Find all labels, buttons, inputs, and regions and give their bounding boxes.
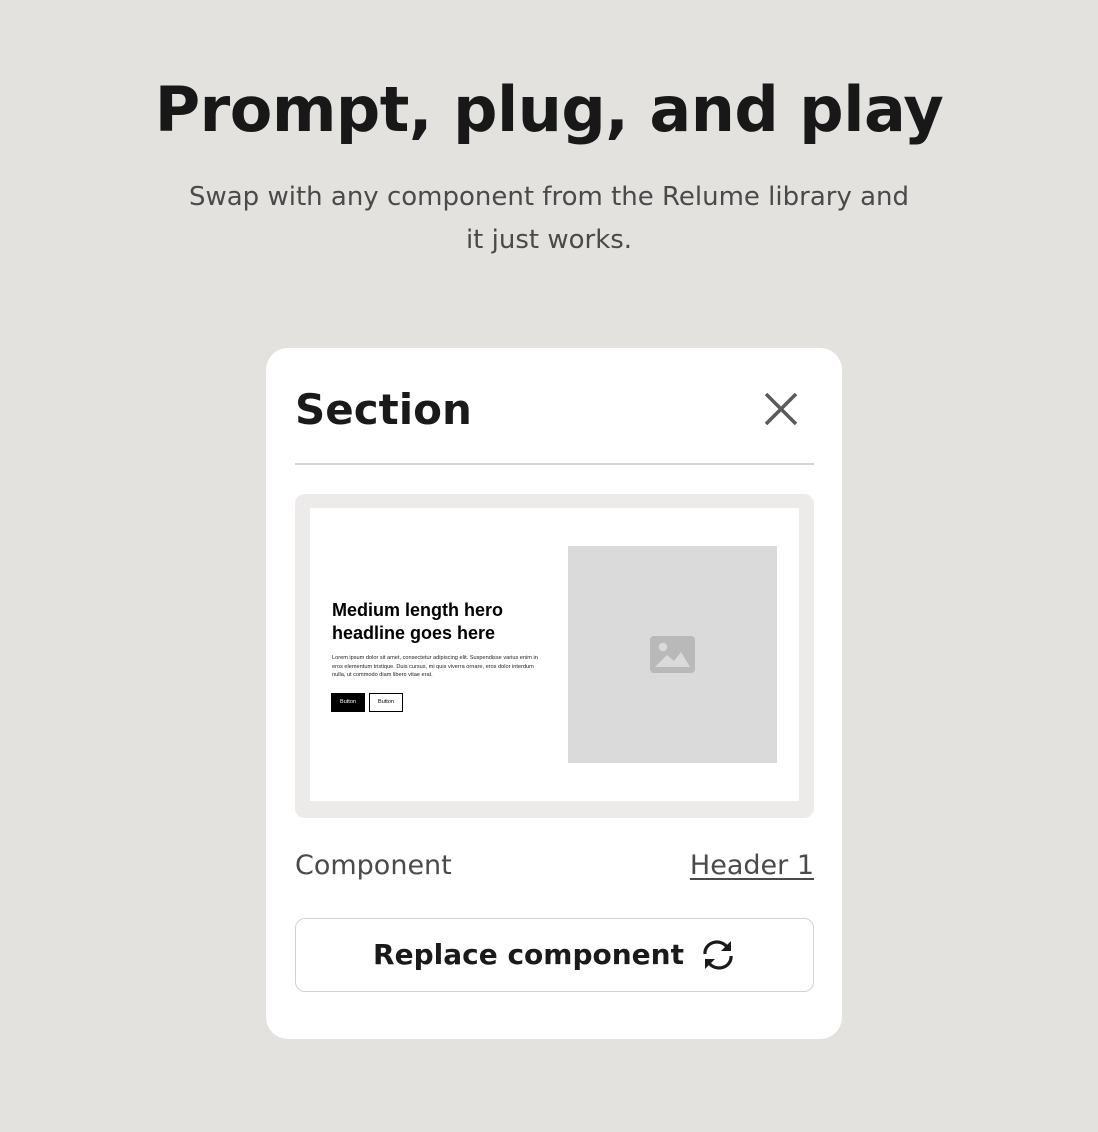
component-label: Component — [295, 850, 452, 881]
page-subheadline: Swap with any component from the Relume … — [188, 182, 910, 255]
page: Prompt, plug, and play Swap with any com… — [0, 0, 1098, 1132]
preview-canvas: Medium length hero headline goes here Lo… — [310, 508, 799, 801]
close-icon — [764, 392, 798, 426]
preview-body-text: Lorem ipsum dolor sit amet, consectetur … — [332, 655, 538, 678]
replace-component-label: Replace component — [373, 938, 684, 971]
page-headline: Prompt, plug, and play — [154, 73, 944, 146]
component-preview[interactable]: Medium length hero headline goes here Lo… — [295, 494, 814, 818]
close-button[interactable] — [758, 386, 804, 432]
preview-headline: Medium length hero headline goes here — [332, 600, 503, 643]
preview-primary-button: Button — [331, 693, 365, 712]
panel-title: Section — [295, 385, 472, 434]
image-placeholder-icon — [650, 636, 695, 673]
preview-image-placeholder — [568, 546, 777, 763]
panel-divider — [295, 463, 814, 465]
preview-secondary-button: Button — [369, 693, 403, 712]
replace-component-button[interactable]: Replace component — [295, 918, 814, 992]
refresh-icon — [703, 940, 733, 970]
component-name-link[interactable]: Header 1 — [690, 848, 814, 884]
section-panel: Section Medium length hero headline goes… — [266, 348, 842, 1039]
